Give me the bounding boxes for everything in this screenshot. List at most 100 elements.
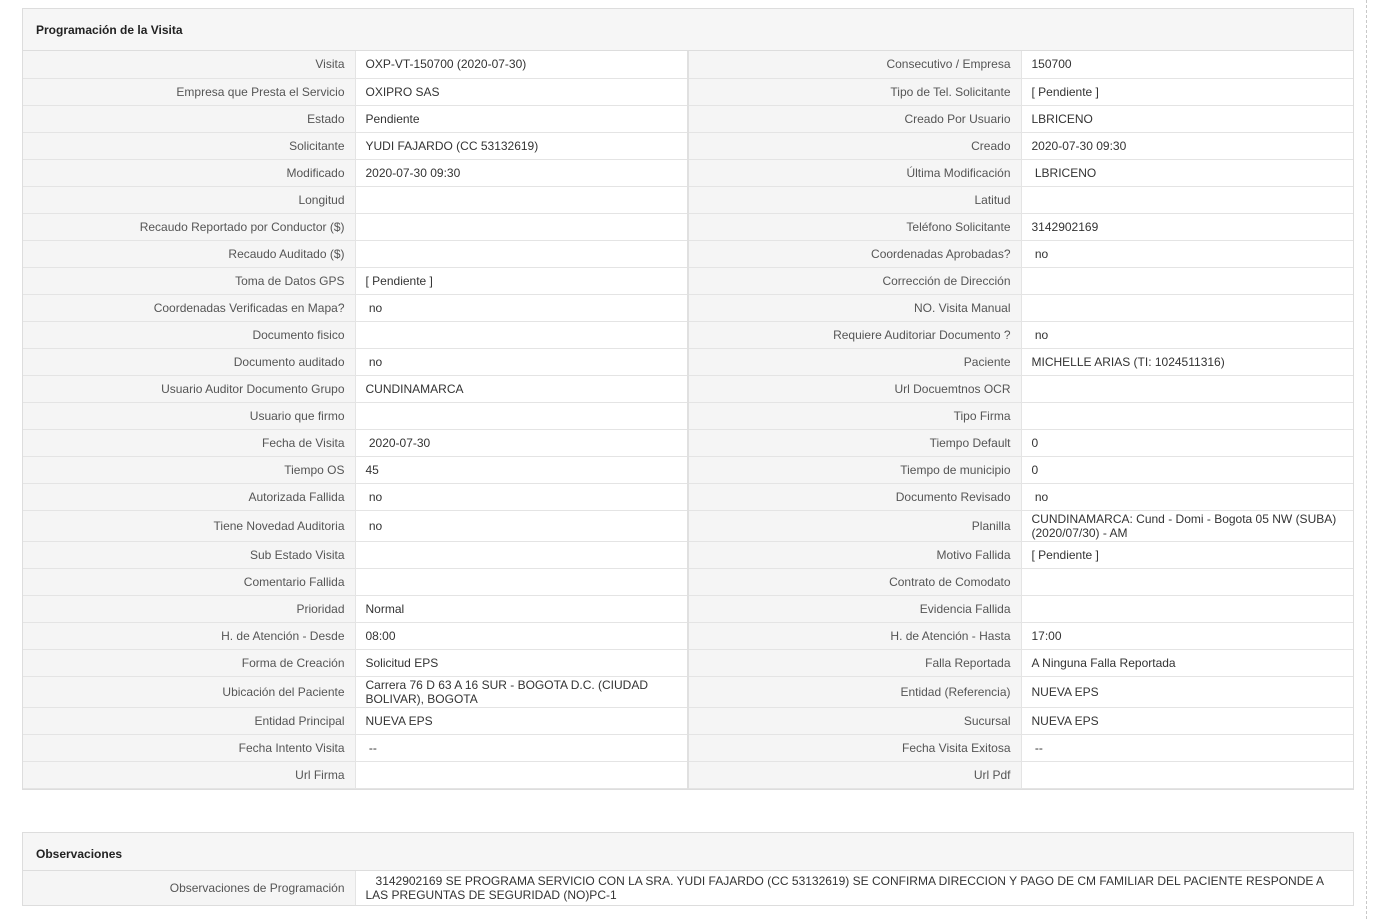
field-label: Consecutivo / Empresa — [688, 51, 1021, 79]
field-value: OXP-VT-150700 (2020-07-30) — [354, 51, 689, 79]
field-value — [354, 240, 689, 268]
field-value: Carrera 76 D 63 A 16 SUR - BOGOTA D.C. (… — [354, 676, 689, 708]
observaciones-title: Observaciones — [23, 833, 1353, 871]
field-value: NUEVA EPS — [1020, 676, 1353, 708]
field-value — [1020, 595, 1353, 623]
detail-row: Tiene Novedad Auditoria no Planilla CUNDIN… — [23, 510, 1353, 542]
detail-row: Forma de Creación Solicitud EPS Falla Repo… — [23, 649, 1353, 677]
detail-row: Ubicación del Paciente Carrera 76 D 63 A … — [23, 676, 1353, 708]
detail-row: Documento fisico Requiere Auditoriar Docu… — [23, 321, 1353, 349]
field-value: 45 — [354, 456, 689, 484]
field-label: Usuario Auditor Documento Grupo — [23, 375, 355, 403]
detail-row: Usuario que firmo Tipo Firma — [23, 402, 1353, 430]
field-label: Creado Por Usuario — [688, 105, 1021, 133]
field-value: no — [1020, 483, 1353, 511]
detail-row: Fecha de Visita 2020-07-30 Tiempo Default… — [23, 429, 1353, 457]
field-value: LBRICENO — [1020, 159, 1353, 187]
field-label: Url Firma — [23, 761, 355, 789]
field-value — [1020, 568, 1353, 596]
detail-row: Prioridad Normal Evidencia Fallida — [23, 595, 1353, 623]
field-label: H. de Atención - Desde — [23, 622, 355, 650]
field-label: Empresa que Presta el Servicio — [23, 78, 355, 106]
field-label: Comentario Fallida — [23, 568, 355, 596]
field-value — [354, 321, 689, 349]
field-value: 08:00 — [354, 622, 689, 650]
field-label: Documento Revisado — [688, 483, 1021, 511]
field-label: Corrección de Dirección — [688, 267, 1021, 295]
field-label: Autorizada Fallida — [23, 483, 355, 511]
field-value: 17:00 — [1020, 622, 1353, 650]
field-label: Recaudo Reportado por Conductor ($) — [23, 213, 355, 241]
field-value: 150700 — [1020, 51, 1353, 79]
field-value: no — [354, 483, 689, 511]
field-label: Planilla — [688, 510, 1021, 542]
detail-row: Url Firma Url Pdf — [23, 761, 1353, 789]
field-value: Normal — [354, 595, 689, 623]
field-label: Contrato de Comodato — [688, 568, 1021, 596]
field-label: Tiempo Default — [688, 429, 1021, 457]
detail-row: Recaudo Auditado ($) Coordenadas Aprobada… — [23, 240, 1353, 268]
field-value: Pendiente — [354, 105, 689, 133]
detail-row: H. de Atención - Desde 08:00 H. de Atenció… — [23, 622, 1353, 650]
field-value: MICHELLE ARIAS (TI: 1024511316) — [1020, 348, 1353, 376]
field-label: Solicitante — [23, 132, 355, 160]
field-label: Tipo Firma — [688, 402, 1021, 430]
field-label: Modificado — [23, 159, 355, 187]
detail-row: Recaudo Reportado por Conductor ($) Teléf… — [23, 213, 1353, 241]
field-label: Forma de Creación — [23, 649, 355, 677]
detail-row: Visita OXP-VT-150700 (2020-07-30) Consecut… — [23, 51, 1353, 79]
field-label: Tiempo de municipio — [688, 456, 1021, 484]
field-value: Solicitud EPS — [354, 649, 689, 677]
field-label: Entidad Principal — [23, 707, 355, 735]
detail-row: Empresa que Presta el Servicio OXIPRO SAS… — [23, 78, 1353, 106]
field-label: Sucursal — [688, 707, 1021, 735]
field-label: NO. Visita Manual — [688, 294, 1021, 322]
field-value: CUNDINAMARCA — [354, 375, 689, 403]
field-value — [354, 541, 689, 569]
programacion-panel: Programación de la Visita Visita OXP-VT-1… — [22, 8, 1354, 790]
field-value: no — [354, 510, 689, 542]
detail-row: Fecha Intento Visita -- Fecha Visita Exit… — [23, 734, 1353, 762]
detail-row: Toma de Datos GPS[ Pendiente ] Corrección… — [23, 267, 1353, 295]
field-label: Latitud — [688, 186, 1021, 214]
field-label: Documento auditado — [23, 348, 355, 376]
field-label: Coordenadas Verificadas en Mapa? — [23, 294, 355, 322]
field-label: Documento fisico — [23, 321, 355, 349]
field-label: Fecha de Visita — [23, 429, 355, 457]
field-value — [354, 761, 689, 789]
field-value: -- — [1020, 734, 1353, 762]
field-value: A Ninguna Falla Reportada — [1020, 649, 1353, 677]
field-label: Ubicación del Paciente — [23, 676, 355, 708]
field-value: NUEVA EPS — [1020, 707, 1353, 735]
field-value: no — [1020, 321, 1353, 349]
observaciones-panel: Observaciones Observaciones de Programac… — [22, 832, 1354, 906]
field-label: Prioridad — [23, 595, 355, 623]
field-label: Entidad (Referencia) — [688, 676, 1021, 708]
field-label: Url Pdf — [688, 761, 1021, 789]
field-value: NUEVA EPS — [354, 707, 689, 735]
page-divider — [1366, 0, 1367, 919]
field-label: Falla Reportada — [688, 649, 1021, 677]
field-label: Fecha Intento Visita — [23, 734, 355, 762]
detail-row: Estado Pendiente Creado Por Usuario LBRICEN… — [23, 105, 1353, 133]
field-value: -- — [354, 734, 689, 762]
field-value — [1020, 294, 1353, 322]
field-label: Tiempo OS — [23, 456, 355, 484]
field-label: Url Docuemtnos OCR — [688, 375, 1021, 403]
field-value: 0 — [1020, 429, 1353, 457]
detail-row: Documento auditado no Paciente MICHELLE AR… — [23, 348, 1353, 376]
field-label: Estado — [23, 105, 355, 133]
field-label: Visita — [23, 51, 355, 79]
observaciones-table: Observaciones de Programación 3142902169… — [23, 871, 1353, 905]
detail-row: Autorizada Fallida no Documento Revisado … — [23, 483, 1353, 511]
field-value: CUNDINAMARCA: Cund - Domi - Bogota 05 NW… — [1020, 510, 1353, 542]
field-label: Usuario que firmo — [23, 402, 355, 430]
field-label: Motivo Fallida — [688, 541, 1021, 569]
detail-row: Tiempo OS 45 Tiempo de municipio 0 — [23, 456, 1353, 484]
field-label: Tipo de Tel. Solicitante — [688, 78, 1021, 106]
detail-row: Coordenadas Verificadas en Mapa? no NO. V… — [23, 294, 1353, 322]
field-label: Longitud — [23, 186, 355, 214]
field-label: Última Modificación — [688, 159, 1021, 187]
detail-row: Sub Estado Visita Motivo Fallida[ Pendien… — [23, 541, 1353, 569]
field-value — [354, 568, 689, 596]
